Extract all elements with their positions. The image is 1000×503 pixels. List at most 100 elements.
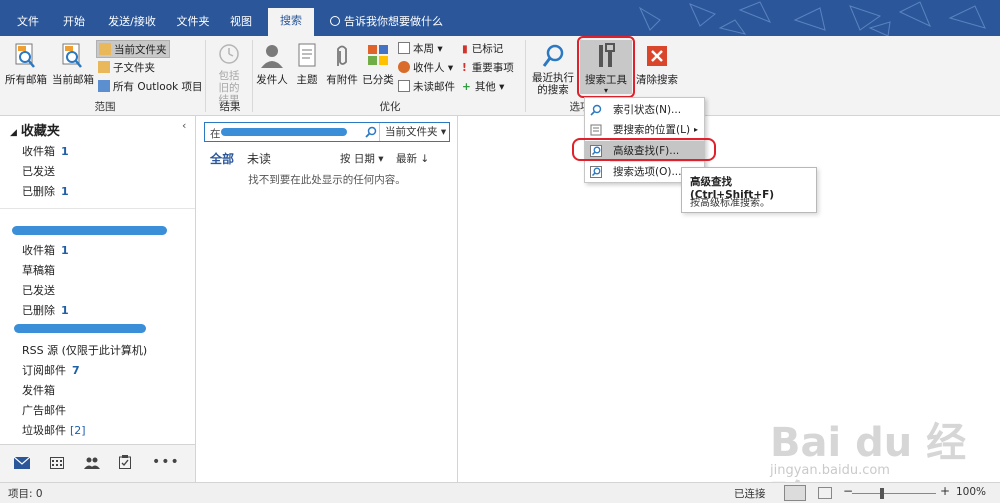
tab-home[interactable]: 开始 (56, 9, 92, 36)
current-mailbox-label: 当前邮箱 (52, 74, 94, 86)
subject-button[interactable]: 主题 (292, 42, 322, 87)
close-search-label: 清除搜索 (636, 74, 678, 86)
reading-view-icon[interactable] (818, 487, 832, 499)
mail-icon[interactable] (14, 457, 30, 469)
group-label-results: 结果 (219, 101, 241, 113)
folder-item[interactable]: 垃圾邮件 [2] (22, 422, 86, 438)
tasks-icon[interactable] (119, 455, 131, 469)
recipient-icon (398, 61, 410, 73)
folder-label: 发件箱 (22, 384, 55, 397)
recent-searches-label: 最近执行的搜索 (532, 72, 574, 96)
search-options-icon (590, 166, 602, 178)
caret-down-icon: ◢ (10, 128, 17, 138)
more-dropdown[interactable]: + 其他 ▾ (462, 78, 504, 96)
collapse-pane-icon[interactable]: ‹ (182, 119, 186, 132)
folder-item[interactable]: 收件箱 1 (22, 143, 69, 159)
tab-folder[interactable]: 文件夹 (170, 9, 216, 36)
subject-label: 主题 (296, 74, 318, 86)
calendar-icon (398, 42, 410, 54)
this-week-dropdown[interactable]: 本周 ▾ (398, 40, 443, 58)
group-separator (252, 40, 253, 112)
folder-item[interactable]: 草稿箱 (22, 262, 55, 278)
folder-item[interactable]: 已删除 1 (22, 183, 69, 199)
more-label: 其他 (474, 81, 496, 93)
person-icon (261, 45, 283, 68)
tell-me-box[interactable]: 告诉我你想要做什么 (330, 9, 443, 35)
message-list-pane: 在 当前文件夹 ▾ 全部 未读 按 日期 ▾ 最新 ↓ 找不到要在此处显示的任何… (196, 116, 458, 482)
chevron-down-icon: ▾ (440, 126, 447, 138)
important-label: 重要事项 (471, 62, 514, 74)
envelope-icon (398, 80, 410, 92)
people-icon[interactable] (84, 457, 100, 469)
zoom-slider-track[interactable] (852, 493, 936, 494)
menu-item-locations-to-search[interactable]: 要搜索的位置(L) ▸ (585, 120, 704, 140)
menu-item-index-status[interactable]: 索引状态(N)... (585, 100, 704, 120)
important-button[interactable]: ! 重要事项 (462, 59, 514, 77)
sort-by-dropdown[interactable]: 按 日期 ▾ (340, 151, 383, 166)
tab-send-receive[interactable]: 发送/接收 (102, 9, 162, 36)
more-modules-icon[interactable]: ••• (152, 454, 180, 470)
calendar-icon[interactable] (50, 457, 64, 469)
search-prefix: 在 (210, 128, 221, 140)
categorized-label: 已分类 (362, 74, 394, 86)
search-icon[interactable] (365, 126, 377, 138)
close-icon (647, 46, 667, 66)
search-scope-dropdown[interactable]: 当前文件夹 ▾ (379, 123, 449, 141)
folder-item[interactable]: 已删除 1 (22, 302, 69, 318)
tab-file[interactable]: 文件 (10, 9, 46, 36)
folder-item[interactable]: 收件箱 1 (22, 242, 69, 258)
folder-label: 订阅邮件 (22, 364, 66, 377)
menu-item-label: 要搜索的位置(L) (613, 124, 691, 136)
zoom-slider-thumb[interactable] (880, 488, 884, 499)
unread-count: 1 (61, 304, 69, 317)
categorized-button[interactable]: 已分类 (360, 42, 396, 87)
category-grid-icon (368, 45, 388, 65)
sort-order-toggle[interactable]: 最新 ↓ (396, 151, 429, 166)
subfolders-button[interactable]: 子文件夹 (98, 59, 155, 77)
folder-icon (99, 43, 111, 55)
connection-status: 已连接 (734, 488, 766, 500)
from-button[interactable]: 发件人 (254, 42, 290, 87)
favorites-heading[interactable]: ◢ 收藏夹 (10, 120, 60, 139)
tab-search[interactable]: 搜索 (268, 8, 314, 36)
folder-item[interactable]: 已发送 (22, 163, 55, 179)
redacted-account-name[interactable] (14, 324, 146, 333)
folder-item[interactable]: 订阅邮件 7 (22, 362, 80, 378)
normal-view-icon[interactable] (784, 485, 806, 501)
highlight-ring-search-tools (577, 36, 635, 98)
has-attachments-button[interactable]: 有附件 (324, 42, 360, 87)
current-mailbox-button[interactable]: 当前邮箱 (50, 42, 96, 87)
unread-button[interactable]: 未读邮件 (398, 78, 455, 96)
flagged-button[interactable]: ▮ 已标记 (462, 40, 503, 58)
folder-item[interactable]: 已发送 (22, 282, 55, 298)
tooltip-description: 按高级标准搜索。 (690, 198, 770, 209)
folder-item[interactable]: RSS 源 (仅限于此计算机) (22, 342, 147, 358)
close-search-button[interactable]: 清除搜索 (634, 42, 680, 87)
folder-item[interactable]: 发件箱 (22, 382, 55, 398)
zoom-in-button[interactable]: + (940, 484, 950, 498)
search-ribbon: 所有邮箱 当前邮箱 当前文件夹 子文件夹 所有 Outlook 项目 范围 包括… (0, 36, 1000, 116)
subfolders-label: 子文件夹 (113, 62, 155, 74)
flag-icon: ▮ (462, 43, 468, 55)
sent-to-dropdown[interactable]: 收件人 ▾ (398, 59, 453, 77)
advanced-find-tooltip: 高级查找 (Ctrl+Shift+F) 按高级标准搜索。 (681, 167, 817, 213)
redacted-account-name[interactable] (12, 226, 167, 235)
current-folder-label: 当前文件夹 (114, 44, 167, 56)
unread-count: 1 (61, 185, 69, 198)
include-older-results-button[interactable]: 包括旧的结果 (208, 42, 250, 106)
all-outlook-items-button[interactable]: 所有 Outlook 项目 (98, 78, 203, 96)
index-status-icon (590, 104, 602, 116)
filter-unread-tab[interactable]: 未读 (247, 150, 271, 167)
filter-all-tab[interactable]: 全部 (210, 150, 234, 167)
unread-label: 未读邮件 (413, 81, 455, 93)
instant-search-box[interactable]: 在 当前文件夹 ▾ (204, 122, 450, 142)
item-count: 项目: 0 (8, 488, 43, 500)
recent-searches-button[interactable]: 最近执行的搜索 (528, 42, 578, 96)
all-mailboxes-button[interactable]: 所有邮箱 (4, 42, 48, 87)
current-folder-button[interactable]: 当前文件夹 (96, 40, 170, 58)
tab-view[interactable]: 视图 (222, 9, 260, 36)
folder-item[interactable]: 广告邮件 (22, 402, 66, 418)
group-label-refine: 优化 (379, 101, 401, 113)
zoom-out-button[interactable]: − (843, 484, 853, 498)
search-scope-label: 当前文件夹 (385, 126, 438, 138)
